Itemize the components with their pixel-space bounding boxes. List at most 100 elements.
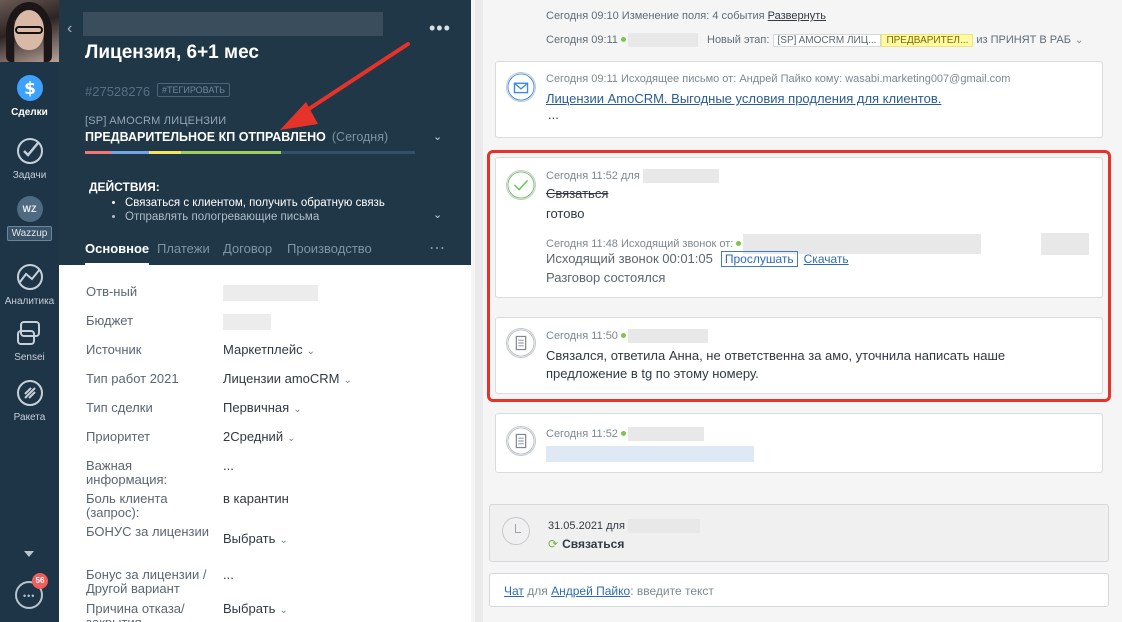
deal-title[interactable]: Лицензия, 6+1 мес — [85, 42, 259, 64]
nav-item-rocket[interactable]: Ракета — [0, 378, 59, 423]
field-value: 2Средний — [223, 429, 284, 444]
left-nav-rail: $ Сделки Задачи WZ Wazzup Аналитика Sens… — [0, 0, 59, 622]
field-value: Маркетплейс — [223, 342, 303, 357]
chevron-down-icon[interactable]: ⌄ — [1075, 35, 1083, 46]
feed-email-card: Сегодня 09:11 Исходящее письмо от: Андре… — [495, 61, 1103, 138]
field-value[interactable]: ... — [223, 568, 234, 582]
field-label: БОНУС за лицензии — [86, 524, 209, 539]
field-label: Тип работ 2021 — [86, 371, 179, 386]
field-value: Первичная — [223, 400, 290, 415]
online-dot-icon — [620, 36, 626, 42]
action-item: Связаться с клиентом, получить обратную … — [125, 197, 385, 209]
email-subject-link[interactable]: Лицензии AmoCRM. Выгодные условия продле… — [546, 91, 941, 106]
task-date: 31.05.2021 для — [548, 519, 700, 533]
expand-link[interactable]: Развернуть — [768, 10, 826, 22]
field-value[interactable] — [223, 285, 318, 301]
feed-note-card: Сегодня 11:52 — [495, 413, 1103, 473]
highlight-frame — [487, 150, 1111, 402]
field-select[interactable]: Лицензии amoCRM ⌄ — [223, 372, 352, 388]
more-menu-icon[interactable]: ••• — [429, 18, 451, 39]
actions-list: Связаться с клиентом, получить обратную … — [125, 197, 385, 225]
field-value[interactable]: в карантин — [223, 492, 289, 506]
chat-for: для — [527, 584, 548, 598]
pipeline-pill: [SP] AMOCRM ЛИЦ... — [772, 33, 882, 47]
note-meta: Сегодня 11:52 — [546, 427, 704, 441]
nav-label: Wazzup — [6, 226, 53, 241]
nav-label: Задачи — [12, 170, 47, 181]
field-select[interactable]: Выбрать ⌄ — [223, 532, 288, 548]
tag-button[interactable]: #ТЕГИРОВАТЬ — [157, 83, 231, 97]
deal-fields: Отв-ный Бюджет Источник Маркетплейс ⌄ Тип… — [59, 265, 471, 622]
progress-segment — [149, 151, 181, 154]
tabs-more-icon[interactable]: ⋯ — [429, 238, 445, 258]
field-value: Выбрать — [223, 601, 276, 616]
online-dot-icon — [620, 430, 626, 436]
nav-item-deals[interactable]: $ Сделки — [0, 73, 59, 118]
chevron-down-icon: ⌄ — [306, 346, 316, 357]
field-value: Выбрать — [223, 531, 276, 546]
field-select[interactable]: Маркетплейс ⌄ — [223, 343, 315, 359]
nav-item-wazzup[interactable]: WZ Wazzup — [0, 196, 59, 241]
action-item: Отправлять пологревающие письма — [125, 211, 385, 223]
field-value[interactable]: ... — [223, 459, 234, 473]
app: $ Сделки Задачи WZ Wazzup Аналитика Sens… — [0, 0, 1122, 622]
nav-item-sensei[interactable]: Sensei — [0, 318, 59, 363]
svg-text:$: $ — [24, 79, 36, 99]
refresh-icon: ⟳ — [548, 537, 559, 551]
stage-when: (Сегодня) — [331, 130, 389, 144]
stage-progress-bar — [85, 151, 415, 154]
tab-main[interactable]: Основное — [85, 241, 150, 265]
chevron-down-icon: ⌄ — [287, 433, 296, 444]
chat-recipient-link[interactable]: Андрей Пайко — [551, 584, 630, 598]
event-time: Сегодня 09:11 — [546, 33, 618, 46]
chevron-down-icon[interactable]: ⌄ — [433, 208, 442, 221]
field-select[interactable]: Первичная ⌄ — [223, 401, 302, 417]
sensei-icon — [16, 321, 40, 345]
event-text: Сегодня 09:10 Изменение поля: 4 события — [546, 10, 765, 22]
rocket-icon — [16, 380, 43, 406]
blurred-user — [627, 427, 704, 441]
stage-pill: ПРЕДВАРИТЕЛ... — [881, 33, 974, 47]
clock-icon — [502, 517, 530, 545]
field-select[interactable]: Выбрать ⌄ — [223, 602, 288, 618]
progress-segment — [85, 151, 111, 154]
feed-system-event: Сегодня 09:10 Изменение поля: 4 события … — [546, 10, 826, 22]
chat-input[interactable]: Чат для Андрей Пайко: введите текст — [489, 573, 1109, 607]
stage-name: ПРЕДВАРИТЕЛЬНОЕ КП ОТПРАВЛЕНО — [85, 130, 326, 144]
blurred-note-text — [546, 445, 754, 462]
chat-type-link[interactable]: Чат — [504, 584, 524, 598]
note-icon — [506, 426, 536, 456]
task-date-text: 31.05.2021 для — [548, 519, 625, 532]
note-meta-text: Сегодня 11:52 — [546, 427, 618, 440]
chevron-down-icon[interactable]: ⌄ — [433, 130, 442, 143]
chat-placeholder: : введите текст — [630, 584, 714, 598]
email-out-icon — [506, 72, 536, 102]
blurred-text — [546, 445, 754, 462]
avatar[interactable] — [0, 0, 59, 62]
blurred-user — [627, 519, 700, 533]
analytics-icon — [16, 264, 43, 290]
back-chevron-icon[interactable]: ‹ — [67, 20, 72, 38]
email-more[interactable]: ... — [548, 107, 559, 122]
progress-segment — [181, 151, 281, 154]
deal-id: #27528276 — [85, 84, 151, 99]
tab-payments[interactable]: Платежи — [157, 241, 210, 256]
blurred-user — [627, 33, 698, 47]
nav-label: Сделки — [11, 107, 48, 118]
upcoming-task-card[interactable]: 31.05.2021 для ⟳ Связаться — [489, 504, 1109, 562]
field-value[interactable] — [223, 314, 271, 330]
nav-item-tasks[interactable]: Задачи — [0, 136, 59, 181]
event-suffix: из ПРИНЯТ В РАБ — [976, 33, 1071, 46]
stage-selector[interactable]: ПРЕДВАРИТЕЛЬНОЕ КП ОТПРАВЛЕНО (Сегодня) — [85, 130, 388, 144]
tab-production[interactable]: Производство — [287, 241, 372, 256]
feed-stage-change: Сегодня 09:11 Новый этап: [SP] AMOCRM ЛИ… — [546, 33, 1083, 47]
wazzup-icon: WZ — [16, 196, 43, 222]
email-subject: Лицензии AmoCRM. Выгодные условия продле… — [546, 91, 942, 106]
chevron-down-icon[interactable] — [24, 551, 34, 557]
tasks-check-icon — [16, 138, 43, 164]
nav-item-analytics[interactable]: Аналитика — [0, 262, 59, 307]
nav-label: Аналитика — [4, 296, 55, 307]
task-name-text: Связаться — [562, 537, 625, 551]
field-select[interactable]: 2Средний ⌄ — [223, 430, 295, 446]
tab-contract[interactable]: Договор — [223, 241, 272, 256]
